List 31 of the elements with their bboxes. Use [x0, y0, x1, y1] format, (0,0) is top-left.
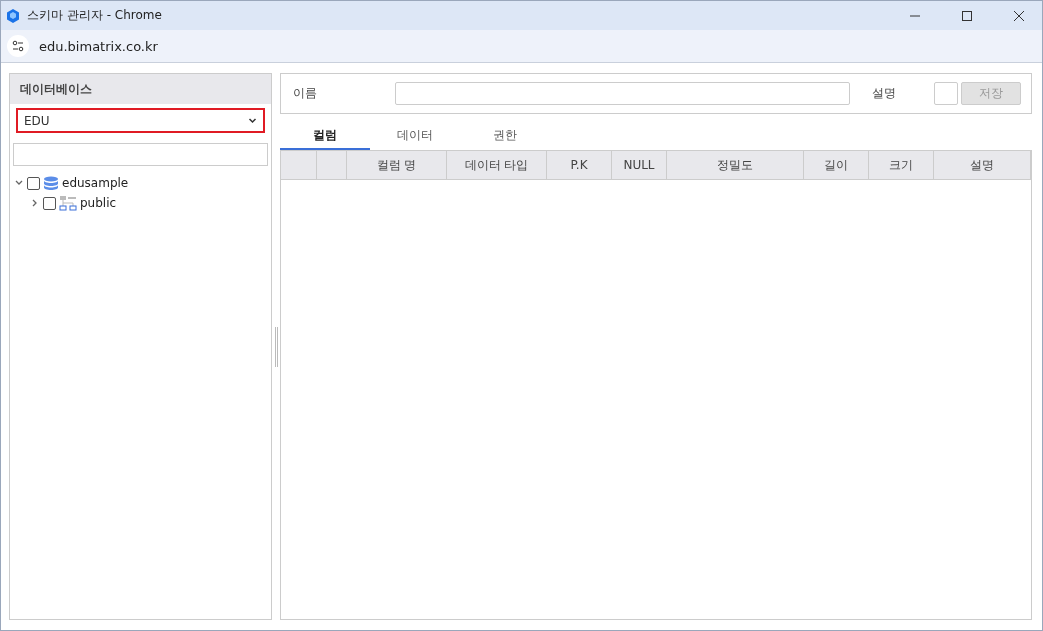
column-header[interactable]: NULL	[612, 151, 667, 179]
name-label: 이름	[293, 85, 318, 102]
maximize-icon	[962, 10, 972, 21]
checkbox[interactable]	[27, 176, 40, 190]
filter-field[interactable]	[13, 143, 268, 166]
column-header[interactable]: 정밀도	[667, 151, 804, 179]
splitter-handle[interactable]	[274, 326, 278, 367]
tab[interactable]: 권한	[460, 122, 550, 150]
column-header[interactable]: 크기	[869, 151, 934, 179]
description-field[interactable]	[934, 82, 958, 105]
tree-item-label[interactable]: public	[80, 196, 117, 210]
window-title: 스키마 관리자 - Chrome	[27, 7, 163, 24]
database-select[interactable]: EDU	[16, 108, 265, 133]
database-icon	[43, 175, 59, 191]
column-header[interactable]: P.K	[547, 151, 612, 179]
tree-item-label[interactable]: edusample	[62, 176, 129, 190]
url-text[interactable]: edu.bimatrix.co.kr	[39, 38, 158, 54]
close-icon	[1014, 10, 1024, 21]
column-header[interactable]: 컬럼 명	[347, 151, 447, 179]
column-header[interactable]: 길이	[804, 151, 869, 179]
site-settings-button[interactable]	[7, 35, 29, 57]
column-header[interactable]: 데이터 타입	[447, 151, 547, 179]
panel-title: 데이터베이스	[10, 74, 271, 104]
description-label: 설명	[872, 85, 896, 102]
chevron-down-icon	[248, 116, 257, 125]
checkbox[interactable]	[43, 196, 56, 210]
schema-icon	[59, 195, 77, 211]
settings-sliders-icon	[12, 40, 24, 52]
tab[interactable]: 데이터	[370, 122, 460, 150]
name-field[interactable]	[395, 82, 850, 105]
column-header[interactable]: 설명	[934, 151, 1031, 179]
